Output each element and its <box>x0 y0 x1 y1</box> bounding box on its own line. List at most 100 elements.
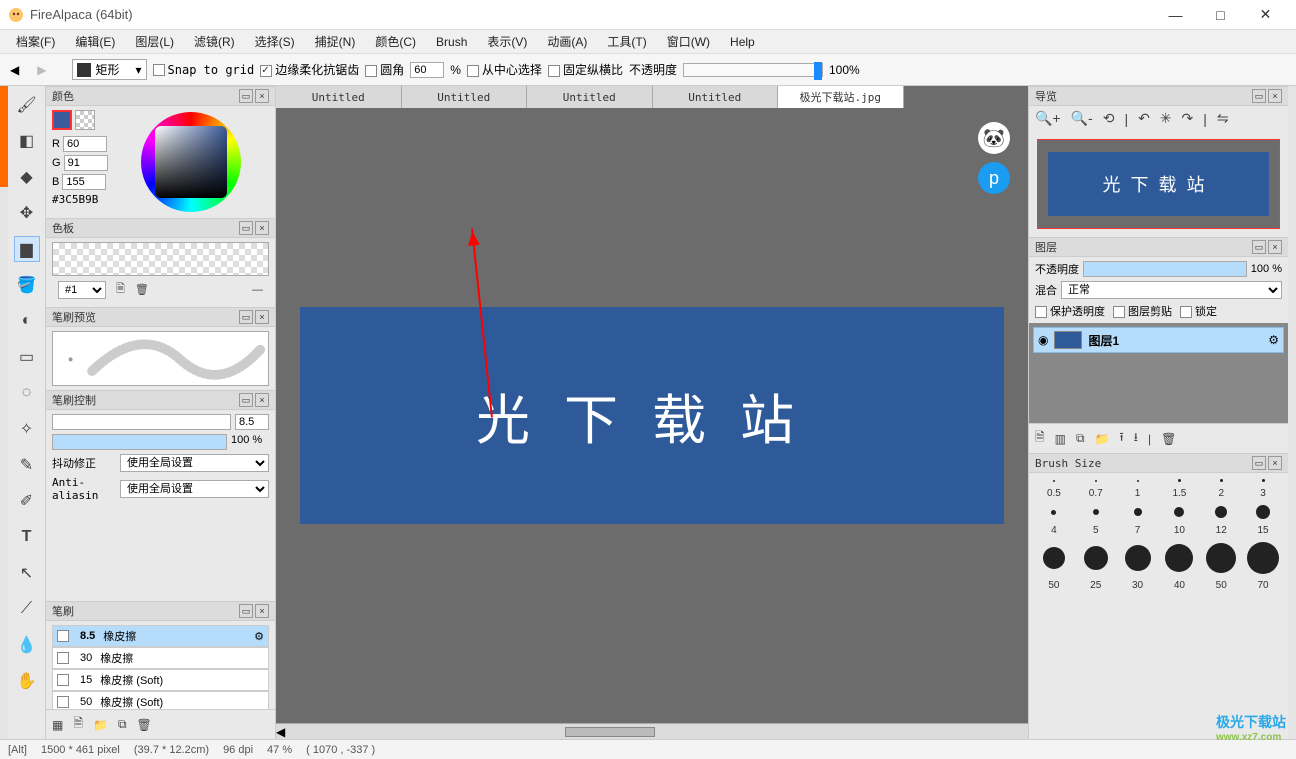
brush-menu-icon[interactable]: ▦ <box>52 718 63 732</box>
move-tool[interactable]: ✥ <box>14 200 40 226</box>
tab[interactable]: Untitled <box>402 86 528 108</box>
brush-size-slider[interactable] <box>52 414 231 430</box>
prev-btn[interactable]: ◀ <box>4 63 25 77</box>
jitter-select[interactable]: 使用全局设置 <box>120 454 269 472</box>
close-button[interactable]: ✕ <box>1243 1 1288 29</box>
blend-select[interactable]: 正常 <box>1061 281 1282 299</box>
brush-item[interactable]: 15橡皮擦 (Soft) <box>52 669 269 691</box>
layer-down-icon[interactable]: ⭳ <box>1134 428 1138 449</box>
bucket-tool[interactable]: 🪣 <box>14 272 40 298</box>
swatch-preset[interactable]: #1 <box>58 281 106 299</box>
brush-new-icon[interactable]: 🗎 <box>73 714 83 735</box>
maximize-button[interactable]: □ <box>1198 1 1243 29</box>
brushprev-panel-header[interactable]: 笔刷预览▭× <box>46 307 275 327</box>
fg-color[interactable] <box>52 110 72 130</box>
color-r[interactable] <box>63 136 107 152</box>
gear-icon[interactable]: ⚙ <box>1268 333 1279 347</box>
shape-select[interactable]: 矩形 <box>95 61 119 78</box>
bg-color[interactable] <box>75 110 95 130</box>
brush-folder-icon[interactable]: 📁 <box>93 718 108 732</box>
nav-panel-header[interactable]: 导览▭× <box>1029 86 1288 106</box>
menu-help[interactable]: Help <box>720 33 765 51</box>
menu-select[interactable]: 选择(S) <box>245 31 305 52</box>
brush-item[interactable]: 30橡皮擦 <box>52 647 269 669</box>
swatch-panel-header[interactable]: 色板▭× <box>46 218 275 238</box>
tab[interactable]: Untitled <box>653 86 779 108</box>
brush-size-value[interactable] <box>235 414 269 430</box>
menu-layer[interactable]: 图层(L) <box>125 31 184 52</box>
from-center-checkbox[interactable]: 从中心选择 <box>467 61 542 78</box>
gear-icon[interactable]: ⚙ <box>254 630 264 643</box>
menu-file[interactable]: 档案(F) <box>6 31 65 52</box>
text-tool[interactable]: T <box>14 524 40 550</box>
divide-tool[interactable]: ⟋ <box>14 596 40 622</box>
protect-alpha-checkbox[interactable]: 保护透明度 <box>1035 303 1105 319</box>
snap-checkbox[interactable]: Snap to grid <box>153 63 255 77</box>
dot-tool[interactable]: ◆ <box>14 164 40 190</box>
menu-filter[interactable]: 滤镜(R) <box>184 31 245 52</box>
eye-icon[interactable]: ◉ <box>1038 333 1048 347</box>
gradient-tool[interactable]: ◐ <box>14 308 40 334</box>
eyedrop-tool[interactable]: 💧 <box>14 632 40 658</box>
lasso-tool[interactable]: ◌ <box>14 380 40 406</box>
layer-up-icon[interactable]: ⭱ <box>1120 428 1124 449</box>
fill-swatch[interactable] <box>77 63 91 77</box>
brush-dup-icon[interactable]: ⧉ <box>118 717 127 732</box>
selpen-tool[interactable]: ✎ <box>14 452 40 478</box>
menu-snap[interactable]: 捕捉(N) <box>305 31 366 52</box>
swatch-grid[interactable] <box>52 242 269 276</box>
menu-brush[interactable]: Brush <box>426 33 477 51</box>
rotate-cw-icon[interactable]: ↷ <box>1182 110 1194 127</box>
color-g[interactable] <box>64 155 108 171</box>
brush-tool[interactable]: 🖌 <box>14 92 40 118</box>
fill-tool[interactable]: ▆ <box>14 236 40 262</box>
brush-panel-header[interactable]: 笔刷▭× <box>46 601 275 621</box>
navigator-thumb[interactable]: 光下载站 <box>1037 139 1280 229</box>
rotate-ccw-icon[interactable]: ↶ <box>1138 110 1150 127</box>
tab-active[interactable]: 极光下载站.jpg <box>778 86 904 108</box>
tab[interactable]: Untitled <box>527 86 653 108</box>
swatch-new-icon[interactable]: 🗎 <box>116 280 125 299</box>
brush-del-icon[interactable]: 🗑 <box>137 718 152 732</box>
layer-row[interactable]: ◉ 图层1 ⚙ <box>1033 327 1284 353</box>
h-scrollbar[interactable]: ◀ <box>276 723 1028 739</box>
brushctrl-panel-header[interactable]: 笔刷控制▭× <box>46 390 275 410</box>
clipping-checkbox[interactable]: 图层剪贴 <box>1113 303 1172 319</box>
antialias-checkbox[interactable]: 边缘柔化抗锯齿 <box>260 61 359 78</box>
fix-ratio-checkbox[interactable]: 固定纵横比 <box>548 61 623 78</box>
pixiv-icon[interactable]: p <box>978 162 1010 194</box>
wand-tool[interactable]: ✧ <box>14 416 40 442</box>
menu-edit[interactable]: 编辑(E) <box>65 31 125 52</box>
canvas[interactable]: 光下载站 🐼 p <box>276 108 1028 723</box>
menu-tool[interactable]: 工具(T) <box>597 31 656 52</box>
round-value[interactable] <box>410 62 444 78</box>
operation-tool[interactable]: ↖ <box>14 560 40 586</box>
next-btn[interactable]: ▶ <box>31 63 52 77</box>
swatch-delete-icon[interactable]: 🗑 <box>135 283 149 296</box>
selerase-tool[interactable]: ✐ <box>14 488 40 514</box>
color-panel-header[interactable]: 颜色▭× <box>46 86 275 106</box>
eraser-tool[interactable]: ◧ <box>14 128 40 154</box>
zoom-out-icon[interactable]: 🔍- <box>1071 110 1093 127</box>
color-b[interactable] <box>62 174 106 190</box>
hand-tool[interactable]: ✋ <box>14 668 40 694</box>
mascot-icon[interactable]: 🐼 <box>978 122 1010 154</box>
brush-item[interactable]: 50橡皮擦 (Soft) <box>52 691 269 709</box>
lock-checkbox[interactable]: 锁定 <box>1180 303 1217 319</box>
layer-dup-icon[interactable]: ⧉ <box>1076 431 1085 446</box>
brush-item[interactable]: 8.5橡皮擦⚙ <box>52 625 269 647</box>
menu-color[interactable]: 颜色(C) <box>365 31 426 52</box>
zoom-in-icon[interactable]: 🔍+ <box>1035 110 1061 127</box>
menu-window[interactable]: 窗口(W) <box>657 31 720 52</box>
brushsize-panel-header[interactable]: Brush Size▭× <box>1029 453 1288 473</box>
aa-select[interactable]: 使用全局设置 <box>120 480 269 498</box>
brush-list[interactable]: 8.5橡皮擦⚙ 30橡皮擦 15橡皮擦 (Soft) 50橡皮擦 (Soft) <box>46 621 275 709</box>
rotate-reset-icon[interactable]: ✳ <box>1160 110 1172 127</box>
select-rect-tool[interactable]: ▭ <box>14 344 40 370</box>
opacity-slider[interactable] <box>683 63 823 77</box>
layer-new-icon[interactable]: 🗎 <box>1035 428 1045 449</box>
minimize-button[interactable]: — <box>1153 1 1198 29</box>
brush-opacity-slider[interactable] <box>52 434 227 450</box>
zoom-fit-icon[interactable]: ⟲ <box>1103 110 1115 127</box>
layer-del-icon[interactable]: 🗑 <box>1161 432 1176 446</box>
